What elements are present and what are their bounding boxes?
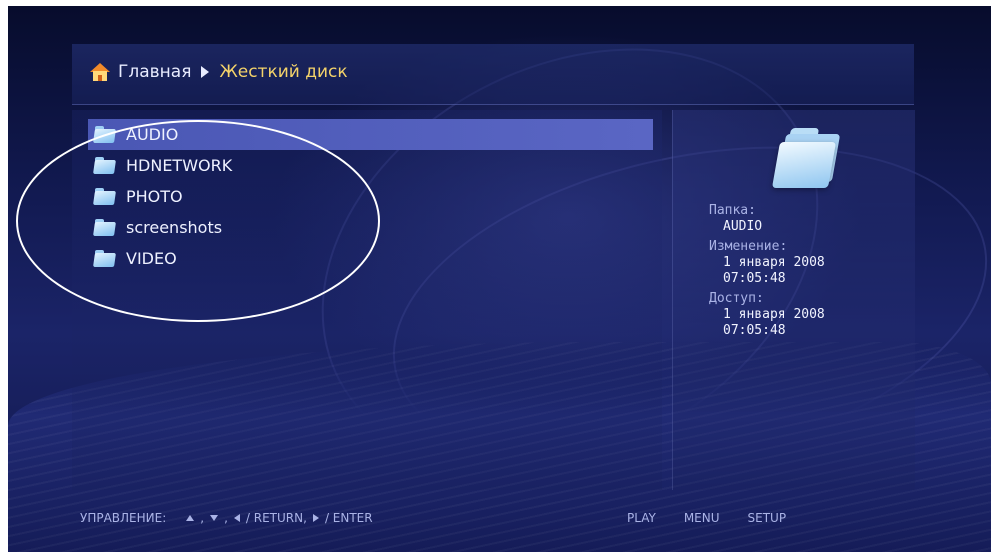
right-arrow-icon [312, 514, 319, 522]
left-arrow-icon [233, 514, 240, 522]
command-hints: PLAY MENU SETUP [627, 511, 786, 525]
folder-value: AUDIO [723, 219, 763, 234]
return-label: / RETURN, [245, 511, 307, 525]
down-arrow-icon [210, 515, 219, 521]
access-time: 07:05:48 [723, 323, 786, 338]
access-label: Доступ: [709, 291, 764, 306]
play-command[interactable]: PLAY [627, 511, 656, 525]
menu-command[interactable]: MENU [684, 511, 720, 525]
large-folder-icon [768, 128, 841, 188]
breadcrumb: Главная Жесткий диск [90, 58, 348, 86]
footer-hints: УПРАВЛЕНИЕ: , , / RETURN, / ENTER PLAY M… [0, 506, 991, 530]
control-label: УПРАВЛЕНИЕ: [80, 511, 167, 525]
breadcrumb-separator-icon [201, 66, 210, 78]
home-icon[interactable] [90, 63, 110, 81]
setup-command[interactable]: SETUP [748, 511, 787, 525]
control-hint: УПРАВЛЕНИЕ: , , / RETURN, / ENTER [80, 511, 373, 525]
breadcrumb-home[interactable]: Главная [118, 62, 191, 82]
folder-info: Папка: AUDIO Изменение: 1 января 2008 07… [709, 203, 909, 339]
modified-date: 1 января 2008 [723, 255, 825, 270]
up-arrow-icon [186, 515, 195, 521]
breadcrumb-current: Жесткий диск [219, 62, 348, 82]
enter-label: / ENTER [324, 511, 373, 525]
access-date: 1 января 2008 [723, 307, 825, 322]
annotation-ellipse [16, 120, 380, 322]
modified-time: 07:05:48 [723, 271, 786, 286]
folder-label: Папка: [709, 203, 756, 218]
modified-label: Изменение: [709, 239, 788, 254]
